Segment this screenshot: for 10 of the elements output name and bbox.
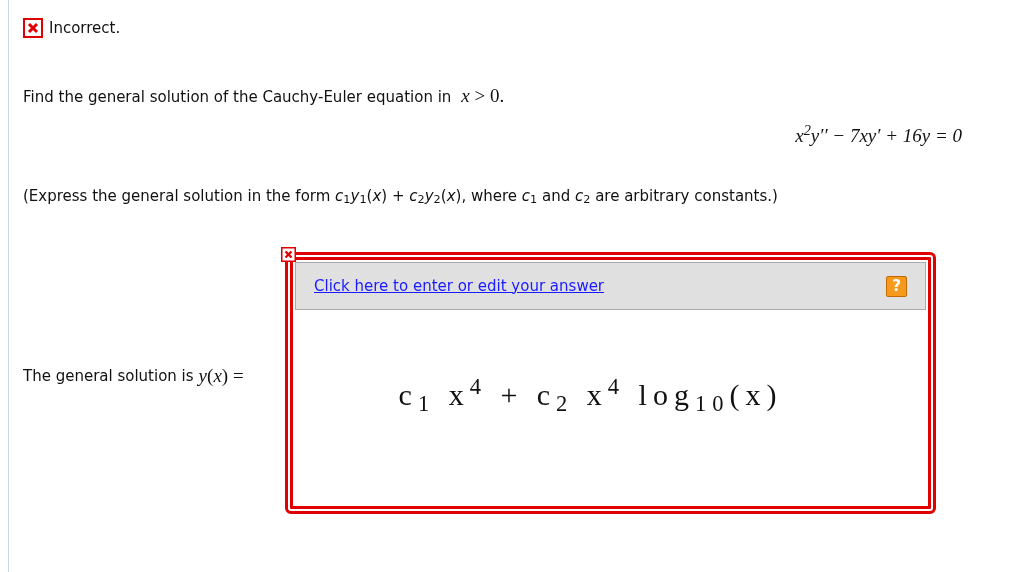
answer-box[interactable]: Click here to enter or edit your answer ? c$_{1}$ x$^{4}$ + c$_{2}$ x$^{4}$ log$_{10}$(x) bbox=[285, 252, 936, 514]
instruction-text: (Express the general solution in the form c$_{1}$y$_{1}$(x) + c$_{2}$y$_{2}$(x), where c$_{1}$ and c$_{2}$ are arbitrary constants.) bbox=[23, 186, 778, 205]
feedback-text: Incorrect. bbox=[49, 18, 121, 39]
edit-answer-link[interactable]: Click here to enter or edit your answer bbox=[314, 274, 605, 298]
math-label: y(x) = bbox=[198, 364, 244, 389]
math-condition: x > 0. bbox=[461, 83, 505, 108]
answer-label: The general solution is bbox=[23, 366, 194, 388]
equation: x$^{2}$y′′ − 7xy′ + 16y = 0 bbox=[795, 122, 962, 148]
answer-expression: c$_{1}$ x$^{4}$ + c$_{2}$ x$^{4}$ log$_{10}$(x) bbox=[398, 372, 783, 417]
question-prompt: Find the general solution of the Cauchy-Euler equation in bbox=[23, 86, 452, 108]
